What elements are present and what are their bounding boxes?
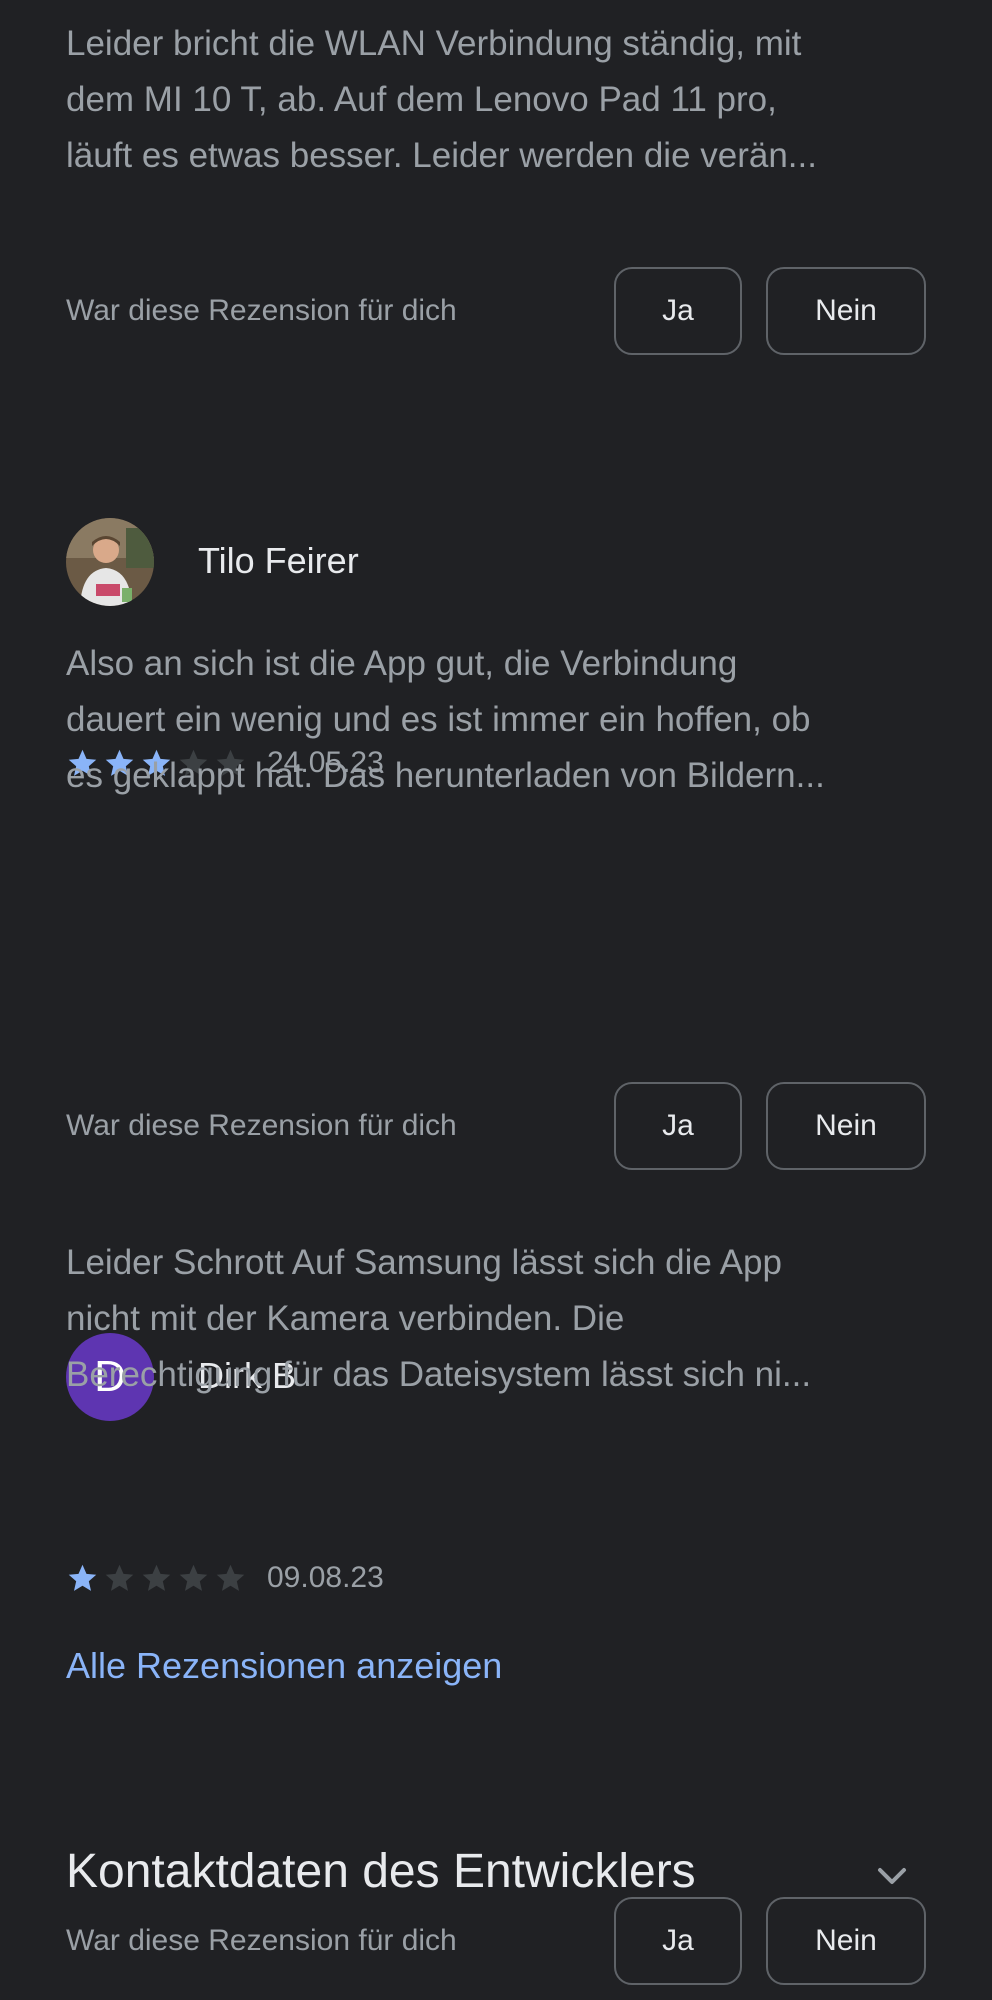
reviews-page: Leider bricht die WLAN Verbindung ständi…	[0, 0, 992, 2000]
developer-contact-heading[interactable]: Kontaktdaten des Entwicklers	[66, 1844, 696, 1899]
helpful-no-button[interactable]: Nein	[766, 267, 926, 355]
helpful-row: War diese Rezension für dich Ja Nein	[66, 267, 992, 355]
avatar-photo	[66, 518, 154, 606]
helpful-yes-button[interactable]: Ja	[614, 267, 742, 355]
review-text[interactable]: Leider bricht die WLAN Verbindung ständi…	[66, 16, 926, 184]
review-text-line: nicht mit der Kamera verbinden. Die	[66, 1299, 625, 1338]
helpful-no-button[interactable]: Nein	[766, 1897, 926, 1985]
review-date: 09.08.23	[267, 1561, 384, 1594]
helpful-yes-button[interactable]: Ja	[614, 1082, 742, 1170]
review-text-line: Berechtigung für das Dateisystem lässt s…	[66, 1355, 812, 1394]
helpful-yes-button[interactable]: Ja	[614, 1897, 742, 1985]
rating-row	[66, 0, 926, 7]
helpful-row: War diese Rezension für dich Ja Nein	[66, 1897, 992, 1985]
star-empty-icon	[142, 1564, 171, 1591]
review-text-line: Also an sich ist die App gut, die Verbin…	[66, 644, 738, 683]
review-text[interactable]: Also an sich ist die App gut, die Verbin…	[66, 636, 926, 804]
helpful-question: War diese Rezension für dich	[66, 294, 457, 327]
all-reviews-link[interactable]: Alle Rezensionen anzeigen	[66, 1645, 502, 1687]
star-rating	[66, 1562, 247, 1595]
star-empty-icon	[140, 0, 173, 4]
review-text-line: Leider Schrott Auf Samsung lässt sich di…	[66, 1243, 782, 1282]
helpful-row: War diese Rezension für dich Ja Nein	[66, 1082, 992, 1170]
review-text[interactable]: Leider Schrott Auf Samsung lässt sich di…	[66, 1235, 926, 1403]
rating-row: 09.08.23	[66, 1558, 992, 1598]
review-text-line: Leider bricht die WLAN Verbindung ständi…	[66, 24, 802, 63]
review-header: Tilo Feirer	[66, 518, 992, 606]
review-card: Leider bricht die WLAN Verbindung ständi…	[66, 0, 926, 184]
reviewer-name: Tilo Feirer	[198, 540, 359, 581]
review-text-line: dem MI 10 T, ab. Auf dem Lenovo Pad 11 p…	[66, 80, 777, 119]
avatar	[66, 518, 154, 606]
star-filled-icon	[103, 0, 136, 4]
helpful-question: War diese Rezension für dich	[66, 1924, 457, 1957]
star-empty-icon	[177, 0, 210, 4]
helpful-question: War diese Rezension für dich	[66, 1109, 457, 1142]
review-text-line: es geklappt hat. Das herunterladen von B…	[66, 756, 825, 795]
chevron-down-icon[interactable]	[872, 1856, 912, 1896]
star-filled-icon	[66, 0, 99, 4]
star-empty-icon	[216, 1564, 245, 1591]
review-text-line: läuft es etwas besser. Leider werden die…	[66, 136, 817, 175]
review-text-line: dauert ein wenig und es ist immer ein ho…	[66, 700, 811, 739]
star-empty-icon	[179, 1564, 208, 1591]
star-empty-icon	[214, 0, 247, 4]
star-empty-icon	[105, 1564, 134, 1591]
helpful-no-button[interactable]: Nein	[766, 1082, 926, 1170]
star-rating	[66, 0, 247, 4]
star-filled-icon	[68, 1564, 97, 1591]
